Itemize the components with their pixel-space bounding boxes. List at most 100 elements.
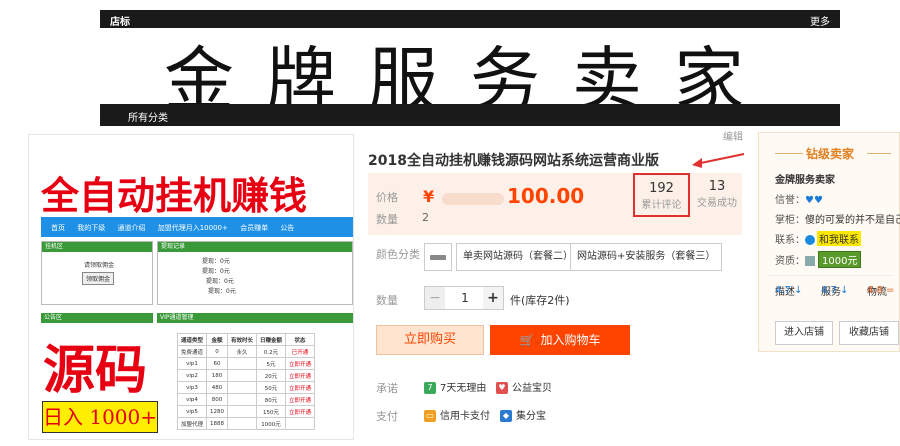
image-nav-item: 加盟代理月入10000+ (157, 224, 228, 232)
table-cell: vip3 (176, 381, 208, 394)
charity-heart-icon: ♥ (496, 382, 508, 394)
table-cell: 800 (206, 393, 229, 406)
wangwang-icon (805, 235, 815, 245)
seller-card: 钻级卖家 金牌服务卖家 信誉：♥♥ 掌柜：傻的可爱的并不是自己 联系： 和我联系 … (758, 132, 900, 352)
deposit-badge[interactable]: 1000元 (818, 251, 862, 268)
id-card-icon (805, 256, 815, 266)
sku-option-3[interactable]: 网站源码+安装服务（套餐三） (570, 243, 723, 271)
promise-label: 承诺 (376, 382, 398, 395)
image-nav-bar: 首页 我的下级 通道介绍 加盟代理月入10000+ 会员赚单 公告 (41, 217, 353, 237)
sold-label: 交易成功 (697, 198, 737, 209)
payment-text: 集分宝 (516, 411, 546, 422)
table-cell: 已开通 (285, 345, 316, 358)
more-link[interactable]: 更多 (810, 13, 830, 28)
image-record: 提现：0元 (202, 268, 230, 275)
edit-link[interactable]: 编辑 (723, 128, 743, 143)
promise-charity[interactable]: ♥ 公益宝贝 (496, 379, 552, 394)
store-banner-name: 金牌服务卖家 (164, 40, 776, 104)
owner-name[interactable]: 傻的可爱的并不是自己 (805, 215, 900, 226)
image-panel-vip: VIP通道管理 (157, 313, 353, 325)
image-nav-item: 首页 (51, 224, 65, 232)
contact-button[interactable]: 和我联系 (817, 231, 861, 246)
color-label: 颜色分类 (376, 248, 420, 261)
favorite-store-button[interactable]: 收藏店铺 (839, 321, 899, 345)
image-record: 提现：0元 (206, 278, 234, 285)
table-cell: 0 (206, 345, 229, 358)
table-cell: 5元 (256, 357, 287, 370)
contact-label: 联系： (775, 235, 805, 246)
seller-name[interactable]: 金牌服务卖家 (775, 171, 835, 186)
pay-jifenbao[interactable]: ◆ 集分宝 (500, 407, 546, 422)
table-cell: 1280 (206, 405, 229, 418)
add-to-cart-button[interactable]: 🛒 加入购物车 (490, 325, 630, 355)
table-cell: 60 (206, 357, 229, 370)
table-header: 有效时长 (227, 333, 258, 346)
buy-now-button[interactable]: 立即购买 (376, 325, 484, 355)
table-cell: vip2 (176, 369, 208, 382)
table-cell: vip1 (176, 357, 208, 370)
image-panel-text: 请领取佣金 (84, 262, 115, 269)
table-row: vip4 800 80元 立即开通 (176, 393, 316, 406)
seller-qualification: 资质： 1000元 (775, 251, 862, 268)
quantity-value: 2 (422, 211, 429, 224)
increase-button[interactable]: + (483, 287, 503, 309)
image-income-badge: 日入 1000+ (42, 401, 158, 433)
table-cell: 立即开通 (285, 381, 316, 394)
quantity-input[interactable]: 1 (445, 287, 485, 309)
pay-credit-card[interactable]: ▭ 信用卡支付 (424, 407, 490, 422)
sku-option-2[interactable]: 单卖网站源码（套餐二） (456, 243, 580, 271)
promise-text: 7天无理由 (440, 383, 487, 394)
image-big-text: 源码 (43, 340, 148, 401)
price-blur (442, 193, 504, 205)
image-record: 提现：0元 (208, 288, 236, 295)
all-categories-link[interactable]: 所有分类 (128, 109, 168, 124)
reviews-count-box[interactable]: 192 累计评论 (633, 173, 690, 217)
table-cell: 1000元 (256, 417, 287, 430)
add-to-cart-label: 加入购物车 (540, 333, 601, 347)
payment-text: 信用卡支付 (440, 411, 490, 422)
table-row: vip5 1280 150元 立即开通 (176, 405, 316, 418)
table-cell (227, 357, 258, 370)
table-row: vip3 480 50元 立即开通 (176, 381, 316, 394)
quantity-label: 数量 (376, 213, 398, 226)
table-cell: 80元 (256, 393, 287, 406)
table-cell (285, 417, 316, 430)
decrease-button[interactable]: − (425, 287, 445, 309)
table-cell: 立即开通 (285, 393, 316, 406)
sku-thumb-icon (430, 255, 446, 260)
table-cell (227, 393, 258, 406)
table-header: 金额 (206, 333, 229, 346)
enter-store-button[interactable]: 进入店铺 (775, 321, 833, 345)
credit-label: 信誉： (775, 195, 805, 206)
seller-owner: 掌柜：傻的可爱的并不是自己 (775, 211, 900, 226)
seller-level: 钻级卖家 (759, 145, 900, 162)
table-header: 日赚金额 (256, 333, 287, 346)
rating-value: 4.8 = (867, 285, 895, 296)
sku-thumb-option[interactable] (424, 243, 452, 271)
annotation-arrow (692, 153, 745, 168)
product-main-image[interactable]: 全自动挂机赚钱 首页 我的下级 通道介绍 加盟代理月入10000+ 会员赚单 公… (28, 134, 354, 440)
table-cell: 1888 (206, 417, 229, 430)
seller-divider (767, 275, 893, 276)
image-nav-item: 会员赚单 (240, 224, 269, 232)
table-cell (227, 405, 258, 418)
promise-text: 公益宝贝 (512, 383, 552, 394)
image-panel-header: 公告区 (41, 313, 153, 323)
table-cell: vip5 (176, 405, 208, 418)
table-cell: 立即开通 (285, 357, 316, 370)
table-cell: 480 (206, 381, 229, 394)
rating-value: 4.7 ↓ (775, 285, 803, 296)
image-panel-notice: 公告区 (41, 313, 153, 325)
stock-text: 件(库存2件) (510, 294, 570, 307)
image-panel-header: VIP通道管理 (157, 313, 353, 323)
image-record: 提现：0元 (202, 258, 230, 265)
image-nav-item: 我的下级 (77, 224, 106, 232)
promise-7day[interactable]: 7 7天无理由 (424, 379, 486, 394)
table-cell: 50元 (256, 381, 287, 394)
table-cell: 180 (206, 369, 229, 382)
qualification-label: 资质： (775, 256, 805, 267)
payment-label: 支付 (376, 410, 398, 423)
table-cell (227, 381, 258, 394)
jifenbao-icon: ◆ (500, 410, 512, 422)
price-label: 价格 (376, 191, 398, 204)
